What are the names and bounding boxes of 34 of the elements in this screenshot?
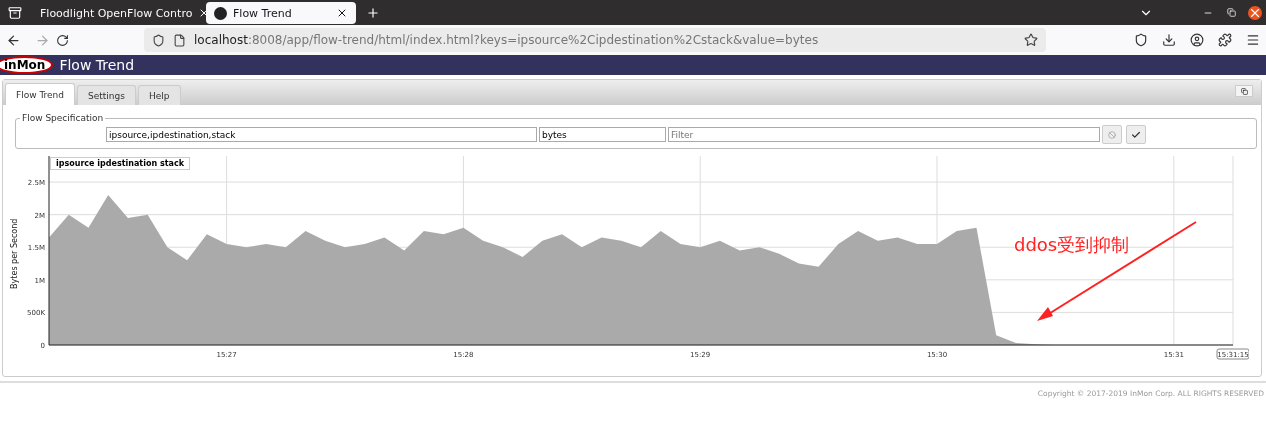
browser-tab[interactable]: Flow Trend — [206, 2, 356, 24]
extensions-icon[interactable] — [1218, 33, 1232, 47]
shield-icon — [152, 33, 165, 47]
restore-icon — [1240, 87, 1248, 95]
check-icon — [1131, 129, 1141, 140]
tab[interactable]: Help — [137, 85, 181, 105]
tab-list-icon[interactable] — [8, 5, 22, 20]
logo: inMon — [0, 56, 54, 74]
window-button[interactable] — [1235, 85, 1253, 97]
app-title: Flow Trend — [59, 57, 135, 73]
close-icon[interactable] — [1248, 5, 1262, 20]
filter-field[interactable]: Filter — [668, 127, 1100, 142]
chart-legend: ipsource ipdestination stack — [50, 157, 190, 170]
reload-icon[interactable] — [56, 33, 69, 47]
keys-field[interactable]: ipsource,ipdestination,stack — [106, 127, 537, 142]
clear-icon — [1108, 130, 1116, 139]
submit-button[interactable] — [1126, 125, 1146, 144]
address-bar[interactable]: localhost:8008/app/flow-trend/html/index.html?keys=ipsource%2Cipdestination%2Cstack&value=bytes — [144, 28, 1046, 52]
favicon-icon — [214, 6, 227, 20]
y-axis-label: Bytes per Second — [10, 218, 19, 289]
tab[interactable]: Settings — [77, 85, 136, 105]
value-field[interactable]: bytes — [539, 127, 666, 142]
close-icon[interactable] — [336, 7, 348, 19]
tab[interactable]: Flow Trend — [5, 83, 76, 105]
restore-icon[interactable] — [1227, 8, 1236, 17]
back-icon[interactable] — [6, 32, 21, 48]
page-icon — [173, 33, 186, 47]
account-icon[interactable] — [1190, 33, 1204, 47]
star-icon[interactable] — [1024, 33, 1038, 47]
download-icon[interactable] — [1162, 33, 1176, 47]
annotation-text: ddos受到抑制 — [1014, 233, 1130, 257]
menu-icon[interactable] — [1246, 33, 1260, 47]
group-legend: Flow Specification — [20, 113, 106, 123]
new-tab-icon[interactable] — [366, 5, 380, 20]
